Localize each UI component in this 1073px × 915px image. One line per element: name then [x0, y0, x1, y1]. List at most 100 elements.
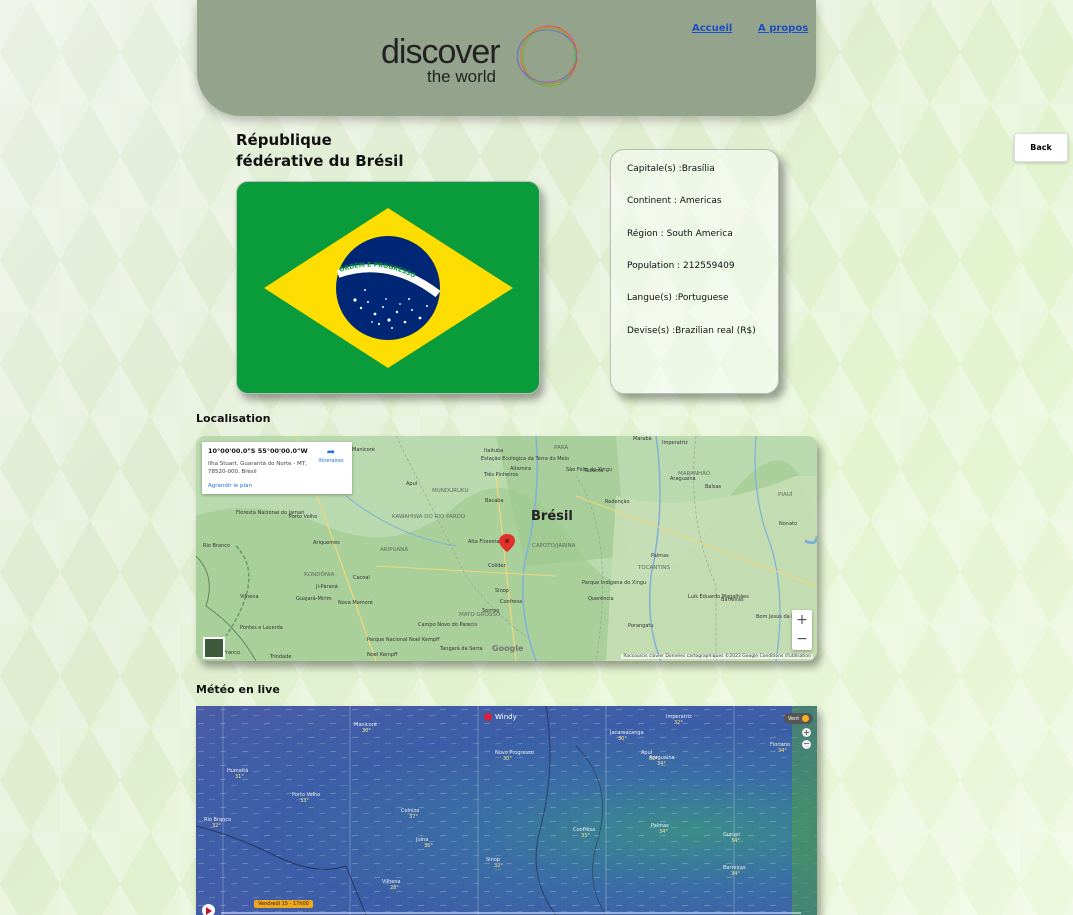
weather-city-temp: 32° [212, 823, 221, 829]
google-map[interactable]: Brésil PARÁ Marabá Imperatriz Manicoré Itait… [196, 436, 817, 661]
map-place-label: Porto Velho [289, 514, 317, 520]
logo-main-text: discover [381, 33, 501, 71]
map-directions-button[interactable]: ➦ Itinéraires [316, 447, 346, 465]
map-place-label: Confresa [500, 599, 522, 605]
google-logo: Google [492, 644, 524, 653]
logo-sub-text: the world [427, 67, 496, 86]
map-place-label: PIAUÍ [778, 491, 793, 498]
map-zoom-in-button[interactable]: + [792, 610, 812, 630]
map-place-label: Imperatriz [662, 440, 688, 446]
map-place-label: Alta Floresta [468, 539, 499, 545]
map-place-label: Vilhena [240, 594, 259, 600]
play-icon [206, 907, 212, 915]
brazil-flag: ORDEM E PROGRESSO [237, 182, 539, 393]
map-place-label: Rio Branco [203, 543, 230, 549]
weather-layer-picker[interactable]: Vent [784, 713, 814, 724]
map-place-label: Três Pinheiros [483, 471, 519, 478]
country-title: République fédérative du Brésil [236, 130, 476, 172]
map-enlarge-link[interactable]: Agrandir le plan [208, 483, 252, 489]
logo-ring-icon [516, 25, 579, 87]
weather-zoom-out-button[interactable]: − [802, 740, 811, 749]
weather-city-temp: 31° [235, 774, 244, 780]
info-currency: Devise(s) :Brazilian real (R$) [627, 326, 756, 336]
country-title-line1: République [236, 131, 332, 149]
map-place-label: Barreiras [721, 597, 744, 603]
map-place-label: RONDÔNIA [304, 571, 335, 578]
weather-city-temp: 34° [778, 748, 787, 754]
map-place-label: Pontes e Lacerda [240, 625, 283, 631]
weather-timeline-label: Vendredi 15 - 17h00 [254, 900, 313, 908]
map-place-label: Nova Mamoré [338, 599, 373, 606]
country-info-card: Capitale(s) :Brasília Continent : Americ… [610, 149, 779, 394]
map-place-label: Itaituba [484, 448, 503, 454]
directions-icon: ➦ [326, 447, 336, 458]
weather-play-button[interactable] [202, 904, 215, 915]
map-place-label: Bacaba [485, 498, 504, 504]
weather-city-temp: 34° [731, 871, 740, 877]
map-place-label: Ji-Paraná [315, 583, 338, 590]
map-place-label: ARIPUANÃ [380, 546, 408, 553]
nav-accueil-link[interactable]: Accueil [692, 23, 732, 34]
info-population: Population : 212559409 [627, 261, 735, 271]
map-info-popup: 10°00'00.0"S 55°00'00.0"W Ilha Stuart, G… [202, 442, 352, 494]
map-place-label: Noel Kempff [367, 652, 398, 658]
map-coords: 10°00'00.0"S 55°00'00.0"W [208, 447, 308, 455]
map-place-label: TOCANTINS [637, 565, 671, 571]
map-footer[interactable]: Raccourcis clavier Données cartographiqu… [621, 654, 813, 659]
weather-city-temp: 32° [674, 720, 683, 726]
map-address: Ilha Stuart, Guarantã do Norte - MT, 785… [208, 461, 307, 475]
map-layer-toggle[interactable] [203, 637, 225, 659]
weather-city-temp: 34° [657, 761, 666, 767]
weather-city-label: Juína [415, 836, 428, 843]
map-place-label: Cacoal [353, 575, 370, 581]
map-place-label: Balsas [705, 484, 722, 490]
weather-timeline[interactable] [221, 912, 801, 914]
windy-brand: Windy [495, 713, 517, 721]
windy-weather-map[interactable]: Manicoré 30° Novo Progresso 30° Jacareacanga… [196, 706, 817, 915]
weather-layer-label: Vent [788, 715, 800, 722]
map-place-label: Campo Novo do Parecis [418, 622, 477, 628]
map-place-label: Araguaína [670, 475, 696, 482]
map-place-label: Tangará da Serra [439, 645, 483, 652]
map-place-label: Querência [588, 595, 614, 602]
map-place-label: CAPOTO/JARINA [532, 543, 576, 549]
flag-card: ORDEM E PROGRESSO [236, 181, 540, 394]
weather-city-temp: 32° [494, 863, 503, 869]
map-place-label: Marabá [633, 436, 652, 442]
map-place-label: Guajará-Mirim [296, 595, 332, 602]
map-place-label: PARÁ [554, 444, 568, 451]
map-place-label: Colíder [488, 562, 507, 569]
weather-city-temp: 34° [659, 829, 668, 835]
weather-city-temp: 36° [424, 843, 433, 849]
nav-apropos-link[interactable]: A propos [758, 23, 808, 34]
windy-logo-icon [484, 713, 492, 721]
weather-city-temp: 30° [362, 728, 371, 734]
weather-city-temp: 37° [409, 814, 418, 820]
weather-city-temp: 30° [618, 736, 627, 742]
logo[interactable]: discover the world [381, 33, 501, 86]
weather-city-temp: 33° [581, 833, 590, 839]
weather-zoom-in-button[interactable]: + [802, 728, 811, 737]
wind-overlay: Manicoré30°Novo Progresso30°Jacareacanga… [196, 706, 817, 915]
info-capital: Capitale(s) :Brasília [627, 164, 715, 174]
info-continent: Continent : Americas [627, 196, 722, 206]
weather-city-label: Humaitá [227, 767, 248, 774]
map-country-label: Brésil [531, 509, 573, 524]
wind-layer-icon [802, 715, 810, 722]
map-place-label: MUNDURUKU [432, 488, 468, 494]
map-place-label: Trindade [269, 654, 291, 660]
site-header: discover the world Accueil A propos [197, 0, 816, 116]
weather-city-temp: 33° [300, 798, 309, 804]
map-place-label: Nonato [779, 521, 797, 527]
weather-city-temp: 28° [390, 885, 399, 891]
map-place-label: Sorriso [482, 608, 499, 614]
info-region: Région : South America [627, 229, 733, 239]
weather-city-label: Manicoré [354, 721, 377, 728]
weather-city-temp: 34° [731, 838, 740, 844]
map-place-label: Porangatu [628, 623, 654, 629]
map-zoom-out-button[interactable]: − [792, 630, 812, 650]
map-place-label: Apuí [406, 480, 418, 487]
map-place-label: KAWAHIWA DO RIO PARDO [392, 514, 466, 520]
country-title-line2: fédérative du Brésil [236, 152, 404, 170]
back-button[interactable]: Back [1014, 133, 1068, 162]
